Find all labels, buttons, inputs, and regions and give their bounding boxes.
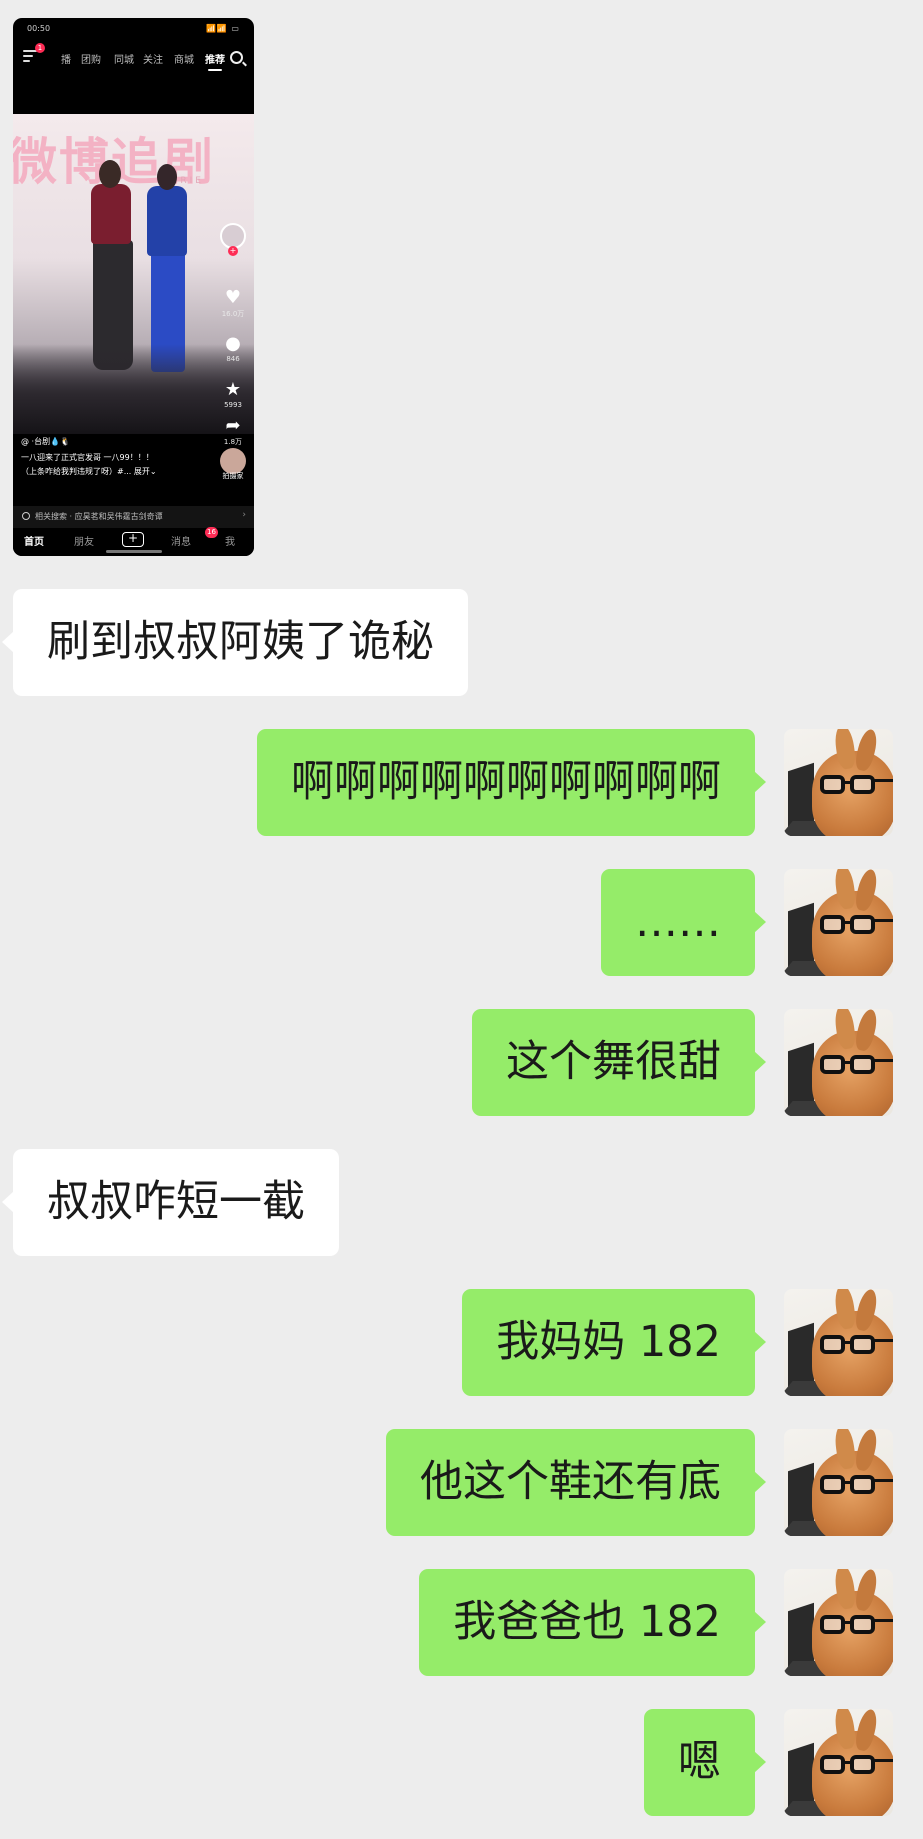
rabbit-with-glasses-icon[interactable]: [784, 1009, 893, 1116]
music-label: 拍摄家: [222, 472, 244, 480]
rabbit-with-glasses-icon[interactable]: [784, 1709, 893, 1816]
message-bubble-right[interactable]: 我妈妈 182: [462, 1289, 766, 1396]
message-row: 啊啊啊啊啊啊啊啊啊啊: [0, 729, 923, 836]
messages-badge: 16: [205, 527, 218, 538]
message-row: 刷到叔叔阿姨了诡秘: [0, 589, 923, 696]
star-icon: ★: [224, 379, 242, 400]
status-icons: 📶📶 ▭: [205, 24, 240, 33]
home-indicator: [106, 550, 162, 553]
message-bubble-right[interactable]: 他这个鞋还有底: [386, 1429, 766, 1536]
nav-tab-recommend: 推荐: [205, 51, 225, 71]
status-time: 00:50: [27, 24, 51, 33]
video-top-nav: 1 播 团购 同城 关注 商城 推荐: [13, 43, 254, 72]
message-bubble-right[interactable]: ……: [601, 869, 766, 976]
search-icon: [230, 51, 243, 64]
message-bubble-right[interactable]: 这个舞很甜: [472, 1009, 766, 1116]
nav-tab-following: 关注: [143, 55, 163, 66]
status-bar: 00:50 📶📶 ▭: [13, 22, 254, 36]
message-bubble-right[interactable]: 我爸爸也 182: [419, 1569, 766, 1676]
favorite-button: ★ 5993: [218, 379, 248, 410]
nav-tab-groupbuy: 团购: [81, 55, 101, 66]
caption-line-1: 一八迎来了正式官发哥 一八99！！！: [21, 453, 154, 462]
comment-button: ● 846: [218, 333, 248, 364]
caption-author: @ ·台剧💧🐧: [21, 437, 71, 446]
message-row: 叔叔咋短一截: [0, 1149, 923, 1256]
heart-icon: ♥: [224, 287, 242, 308]
follow-plus-icon: +: [228, 246, 238, 256]
message-row: 我爸爸也 182: [0, 1569, 923, 1676]
rabbit-with-glasses-icon[interactable]: [784, 729, 893, 836]
rabbit-with-glasses-icon[interactable]: [784, 869, 893, 976]
message-row: 嗯: [0, 1709, 923, 1816]
message-bubble-right[interactable]: 啊啊啊啊啊啊啊啊啊啊: [257, 729, 766, 836]
rabbit-with-glasses-icon[interactable]: [784, 1289, 893, 1396]
message-row: ……: [0, 869, 923, 976]
nav-tab-local: 同城: [114, 55, 134, 66]
like-button: ♥ 16.0万: [218, 288, 248, 319]
related-search-icon: [22, 512, 30, 520]
comment-count: 846: [226, 355, 240, 363]
bottom-nav-messages: 消息: [171, 537, 191, 548]
create-plus-icon: +: [122, 532, 144, 547]
like-count: 16.0万: [221, 310, 245, 318]
message-bubble-left[interactable]: 叔叔咋短一截: [2, 1149, 339, 1256]
rabbit-with-glasses-icon[interactable]: [784, 1429, 893, 1536]
message-row: 这个舞很甜: [0, 1009, 923, 1116]
share-count: 1.8万: [223, 438, 243, 446]
caption-line-2: （上条咋给我判违规了呀）#... 展开⌄: [21, 467, 157, 476]
nav-tab-live: 播: [61, 55, 71, 66]
favorite-count: 5993: [224, 401, 242, 409]
message-row: 他这个鞋还有底: [0, 1429, 923, 1536]
chevron-right-icon: ›: [242, 510, 246, 520]
shared-screenshot-image[interactable]: 00:50 📶📶 ▭ 1 播 团购 同城 关注 商城 推荐 微博追剧 SERIE…: [13, 18, 254, 556]
rabbit-with-glasses-icon[interactable]: [784, 1569, 893, 1676]
share-icon: ➦: [225, 415, 241, 436]
message-bubble-right[interactable]: 嗯: [644, 1709, 766, 1816]
related-search-bar: 相关搜索 · 应昊茗和吴伟霆古剑奇谭 ›: [13, 506, 254, 528]
bottom-nav-me: 我: [225, 537, 235, 548]
comment-icon: ●: [225, 333, 241, 354]
message-bubble-left[interactable]: 刷到叔叔阿姨了诡秘: [2, 589, 468, 696]
share-button: ➦ 1.8万: [218, 416, 248, 447]
menu-icon: [23, 50, 37, 62]
related-search-text: 相关搜索 · 应昊茗和吴伟霆古剑奇谭: [35, 512, 163, 521]
nav-tab-mall: 商城: [174, 55, 194, 66]
bottom-nav-home: 首页: [24, 537, 44, 548]
message-row: 我妈妈 182: [0, 1289, 923, 1396]
menu-badge: 1: [35, 43, 45, 53]
bottom-nav-friends: 朋友: [74, 537, 94, 548]
